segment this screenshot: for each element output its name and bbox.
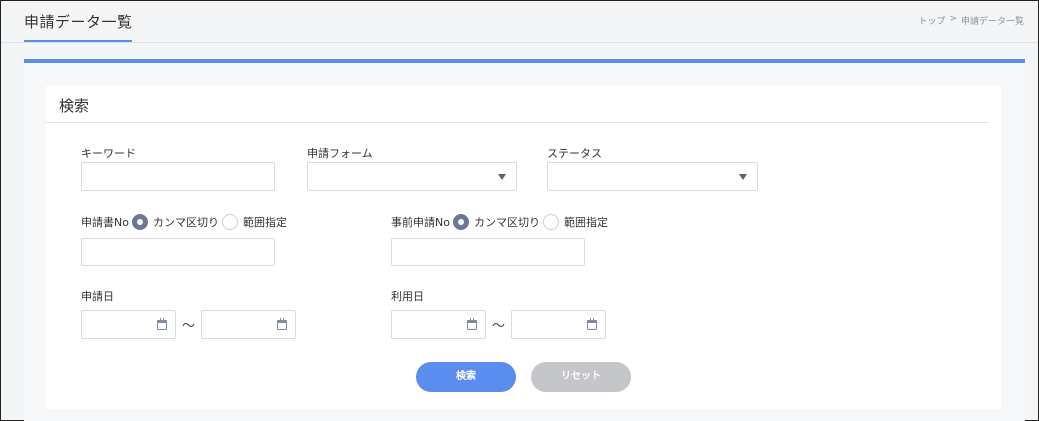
calendar-icon[interactable]: [467, 318, 477, 330]
reset-button[interactable]: リセット: [531, 362, 631, 392]
status-label: ステータス: [547, 147, 602, 160]
keyword-input[interactable]: [81, 162, 275, 191]
usage-date-label: 利用日: [391, 290, 424, 303]
prior-application-no-input[interactable]: [391, 238, 585, 266]
prior-application-no-row: 事前申請No カンマ区切り 範囲指定: [391, 214, 608, 230]
application-date-from[interactable]: [81, 310, 176, 339]
form-label: 申請フォーム: [307, 147, 373, 160]
calendar-icon[interactable]: [277, 318, 287, 330]
date-range-separator: ～: [182, 319, 196, 334]
radio-range[interactable]: [542, 214, 559, 230]
prior-application-no-label: 事前申請No: [391, 216, 450, 229]
breadcrumb-separator: >: [949, 14, 957, 24]
usage-date-from[interactable]: [391, 310, 486, 339]
application-date-label: 申請日: [81, 290, 114, 303]
content-panel: 検索 キーワード 申請フォーム ステータス 申請書No カンマ区切り 範囲指定 …: [24, 59, 1025, 421]
usage-date-to[interactable]: [511, 310, 606, 339]
chevron-down-icon: [498, 174, 506, 180]
calendar-icon[interactable]: [157, 318, 167, 330]
breadcrumb-item-top[interactable]: トップ: [918, 14, 945, 27]
breadcrumb-item-current: 申請データ一覧: [960, 17, 1024, 27]
application-no-input[interactable]: [81, 238, 275, 266]
radio-comma-separated-label[interactable]: カンマ区切り: [153, 214, 219, 230]
page-title-underline: [24, 40, 132, 42]
radio-range-label[interactable]: 範囲指定: [243, 214, 287, 230]
chevron-down-icon: [739, 174, 747, 180]
application-date-to[interactable]: [201, 310, 296, 339]
radio-comma-separated[interactable]: [452, 214, 469, 230]
radio-comma-separated[interactable]: [131, 214, 148, 230]
form-select[interactable]: [307, 162, 517, 191]
search-button[interactable]: 検索: [416, 362, 516, 392]
application-no-label: 申請書No: [81, 216, 129, 229]
radio-range[interactable]: [221, 214, 238, 230]
page-title: 申請データ一覧: [24, 13, 133, 31]
breadcrumb: トップ > 申請データ一覧: [918, 14, 1024, 27]
calendar-icon[interactable]: [587, 318, 597, 330]
search-card-title: 検索: [59, 97, 90, 115]
radio-comma-separated-label[interactable]: カンマ区切り: [474, 214, 540, 230]
search-card: 検索 キーワード 申請フォーム ステータス 申請書No カンマ区切り 範囲指定 …: [46, 85, 1001, 409]
application-no-row: 申請書No カンマ区切り 範囲指定: [81, 214, 287, 230]
page-header: 申請データ一覧 トップ > 申請データ一覧: [1, 1, 1038, 43]
radio-range-label[interactable]: 範囲指定: [564, 214, 608, 230]
keyword-label: キーワード: [81, 147, 136, 160]
status-select[interactable]: [547, 162, 758, 191]
date-range-separator: ～: [492, 319, 506, 334]
card-divider: [46, 122, 989, 123]
